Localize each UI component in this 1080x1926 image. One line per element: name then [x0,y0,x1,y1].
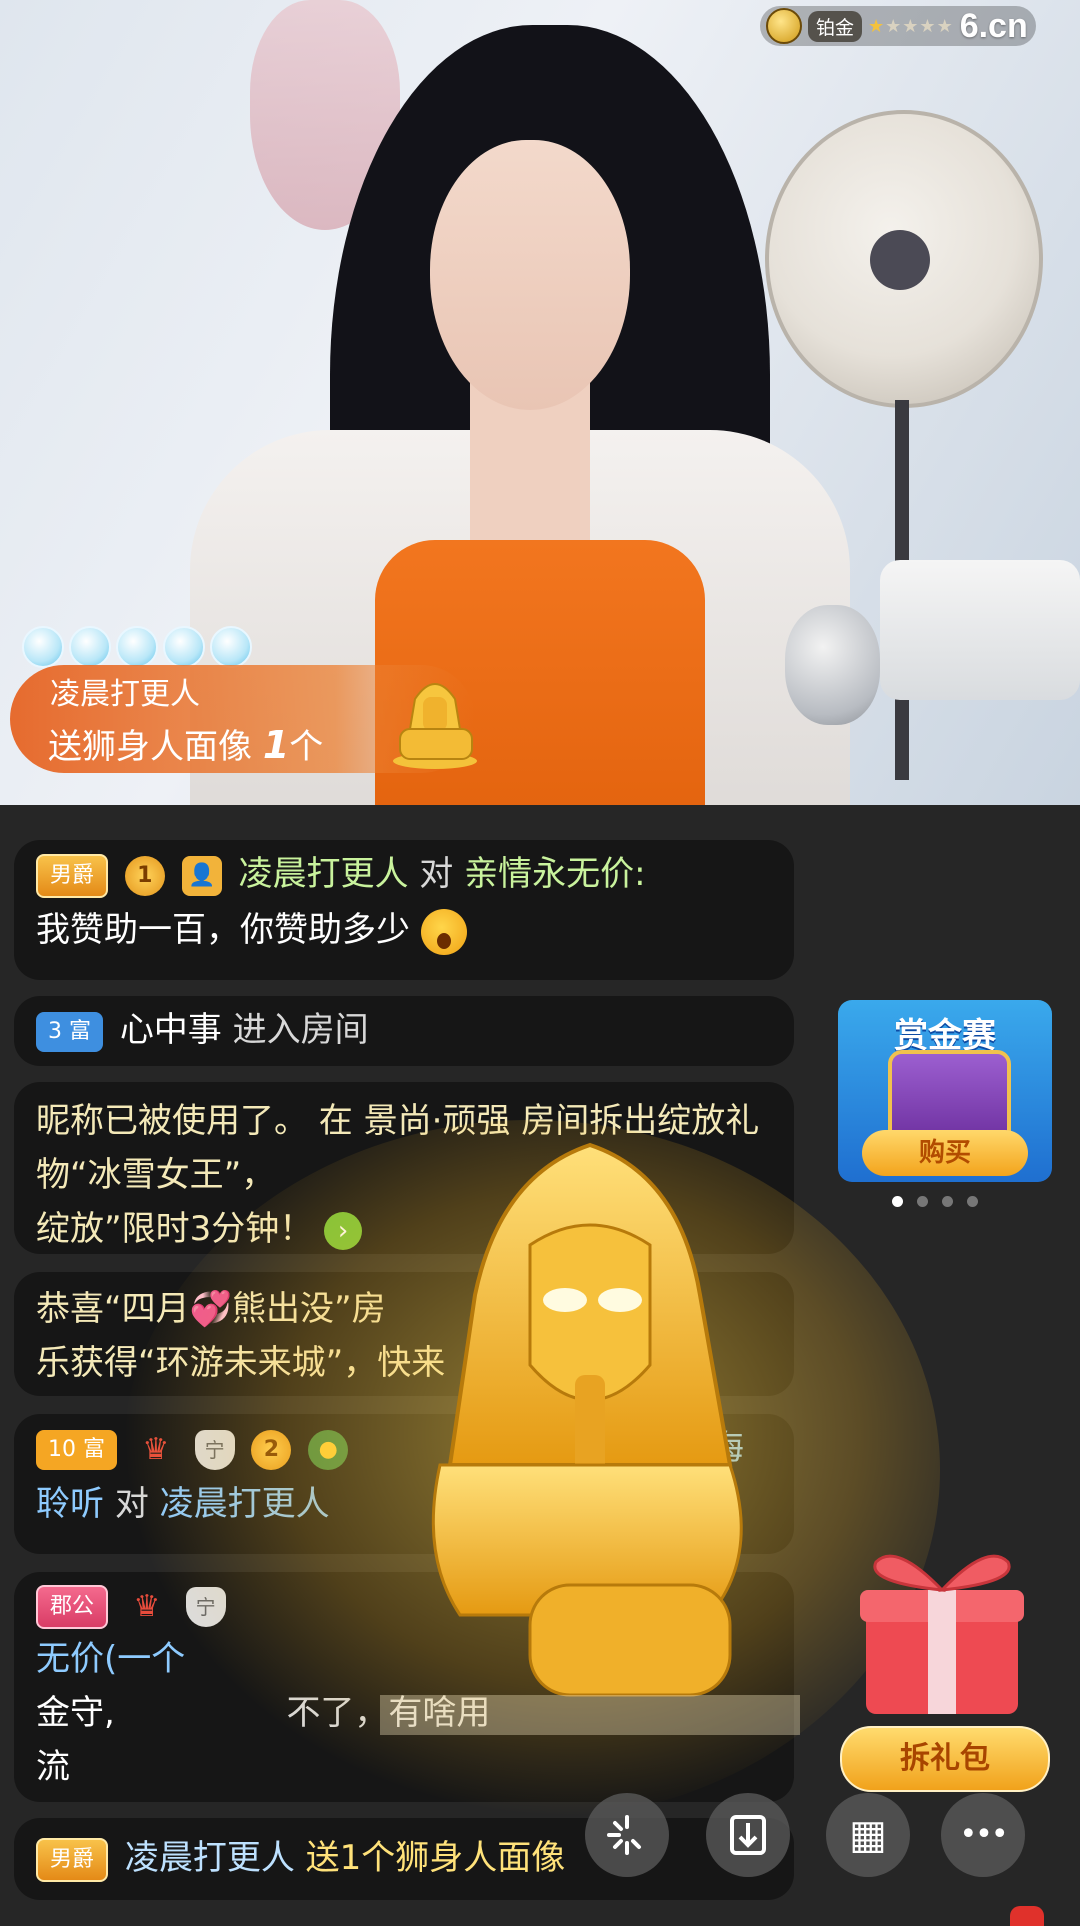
system-text-tail: 绽放”限时3分钟！ [36,1209,314,1249]
chat-text-3: 流 [36,1747,70,1787]
rank-badge-baron: 男爵 [36,1837,109,1882]
studio-light-center [870,230,930,290]
chat-text: 金守, [36,1693,115,1733]
medal-icon [766,8,802,44]
live-video[interactable]: 铂金 ★★★★★ 6.cn 凌晨打更人 送狮身人面像 1个 [0,0,1080,805]
chat-text: 送1个狮身人面像 [305,1838,566,1878]
user-card-icon: 👤 [181,855,222,896]
guard-shield-icon: 宁 [194,1429,235,1470]
to-word: 对 [114,1484,149,1524]
level-star-icon: 1 [124,855,165,896]
guard-shield-icon: 宁 [185,1586,226,1627]
bounty-contest-card[interactable]: 赏金赛 购买 [838,1000,1052,1182]
level-label: 铂金 [808,10,863,42]
apps-grid-button[interactable]: ▦ [826,1793,910,1877]
audience-bubble[interactable] [210,626,252,668]
fan-badge-icon: ● [308,1429,349,1470]
gift-action-text: 送狮身人面像 [48,727,252,767]
chat-username[interactable]: 凌晨打更人 [238,854,408,894]
share-button[interactable] [585,1793,669,1877]
system-text: 恭喜“四月 [36,1289,190,1329]
gift-notification-banner: 凌晨打更人 送狮身人面像 1个 [10,665,477,773]
gift-unit: 个 [289,727,324,767]
promo-pagination[interactable] [892,1196,978,1207]
chat-text: 进入房间 [232,1010,369,1050]
audience-bubbles[interactable] [22,626,252,668]
gift-count: 1 [262,723,290,767]
streamer-face [430,140,630,410]
notification-pip [1010,1906,1044,1926]
audience-bubble[interactable] [69,626,111,668]
rich-level-badge: 3 富 [36,1011,103,1052]
chat-username-tail[interactable]: 枫海 [676,1428,744,1468]
chat-message: 3 富 心中事 进入房间 [14,996,794,1066]
download-icon [730,1815,766,1855]
level-star-icon: 2 [251,1429,292,1470]
microphone [785,605,880,725]
mic-arm [880,560,1080,700]
download-button[interactable] [706,1793,790,1877]
chat-username[interactable]: 凌晨打更人 [125,1838,295,1878]
system-text: 昵称已被使用了。 在 景尚·顽强 房间拆出绽放礼物“冰雪女王”， [36,1101,760,1195]
chat-message: 郡公 ♛ 宁 无价(一个 金守, 不了，有啥用 流 [14,1572,794,1802]
page-dot[interactable] [892,1196,903,1207]
chat-target[interactable]: 凌晨打更人 [160,1484,330,1524]
chat-username[interactable]: 无价(一个 [36,1639,185,1679]
crown-icon: ♛ [133,1588,161,1624]
heart-icon: 💞 [189,1289,232,1329]
surprised-emoji-icon [420,908,467,955]
gift-box-icon[interactable] [856,1542,1028,1720]
chat-text-2: 不了，有啥用 [286,1693,491,1733]
rank-badge-baron: 男爵 [36,853,109,898]
more-button[interactable]: ••• [941,1793,1025,1877]
open-gift-pack-button[interactable]: 拆礼包 [840,1726,1050,1792]
chat-message: 男爵 凌晨打更人 送1个狮身人面像 [14,1818,794,1900]
system-message: 恭喜“四月💞熊出没”房 乐获得“环游未来城”，快来 [14,1272,794,1396]
system-message: 昵称已被使用了。 在 景尚·顽强 房间拆出绽放礼物“冰雪女王”， 绽放”限时3分… [14,1082,794,1254]
page-dot[interactable] [967,1196,978,1207]
chat-message: 10 富 ♛ 宁 2 ● 枫海 聆听 对 凌晨打更人 [14,1414,794,1554]
more-icon: ••• [959,1817,1008,1852]
sphinx-gift-icon [393,683,477,769]
anchor-level-badge[interactable]: 铂金 ★★★★★ 6.cn [760,6,1036,46]
gift-action: 送狮身人面像 1个 [48,719,323,768]
site-logo: 6.cn [959,6,1028,45]
chat-text: 我赞助一百，你赞助多少 [36,910,410,950]
to-word: 对 [419,854,454,894]
system-text-2: 乐获得“环游未来城”，快来 [36,1343,446,1383]
rank-badge-duke: 郡公 [36,1584,109,1629]
go-arrow-icon[interactable]: › [324,1211,363,1250]
share-icon [607,1815,641,1855]
level-stars: ★★★★★ [868,15,954,37]
crown-icon: ♛ [142,1431,170,1467]
chat-message: 男爵 1 👤 凌晨打更人 对 亲情永无价: 我赞助一百，你赞助多少 [14,840,794,980]
chat-username[interactable]: 聆听 [36,1484,104,1524]
system-name: 熊出没”房 [231,1289,386,1329]
audience-bubble[interactable] [22,626,64,668]
audience-bubble[interactable] [163,626,205,668]
chat-username[interactable]: 心中事 [120,1010,222,1050]
chat-target[interactable]: 亲情永无价: [464,854,645,894]
grid-icon: ▦ [849,1812,887,1858]
page-dot[interactable] [942,1196,953,1207]
rich-level-badge: 10 富 [36,1429,117,1470]
gift-sender: 凌晨打更人 [50,677,200,712]
audience-bubble[interactable] [116,626,158,668]
page-dot[interactable] [917,1196,928,1207]
buy-button[interactable]: 购买 [862,1130,1028,1176]
